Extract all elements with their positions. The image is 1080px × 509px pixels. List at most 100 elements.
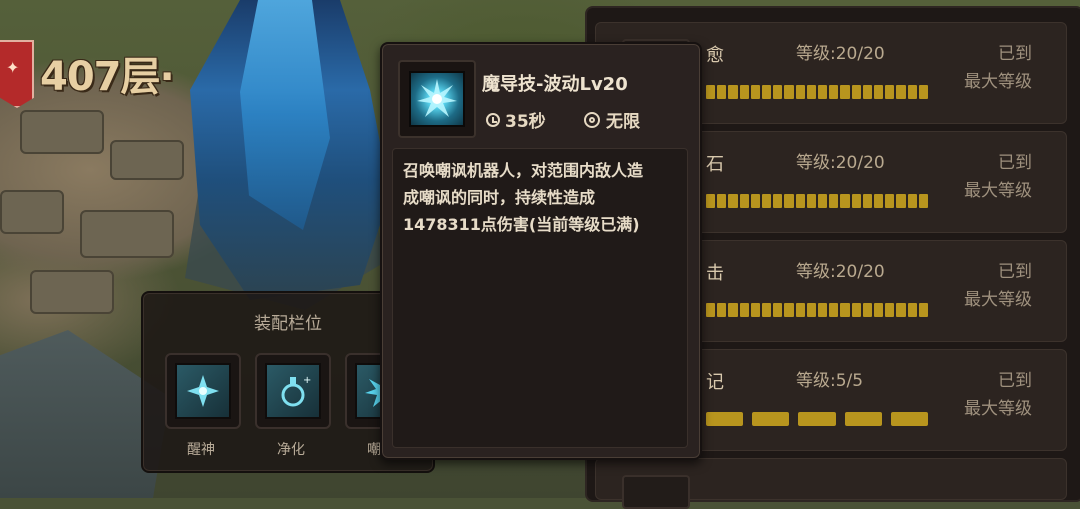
progress-segment [844,412,882,426]
progress-segment [829,194,839,208]
progress-segment [851,194,861,208]
skill-level: 等级:5/5 [796,371,864,391]
max-level-line1: 已到 [998,44,1032,64]
skill-description: 召唤嘲讽机器人，对范围内敌人造 成嘲讽的同时，持续性造成 1478311点伤害(… [392,148,688,448]
progress-segment [806,303,817,317]
progress-segment [739,194,749,208]
progress-segment [762,194,772,208]
floor-stone [0,190,64,234]
max-level-line1: 已到 [998,153,1032,173]
progress-segment [840,194,850,208]
progress-segment [862,85,873,99]
purify-flask-icon: + [265,363,321,419]
skill-level: 等级:20/20 [796,153,885,173]
progress-segment [798,412,836,426]
progress-segment [851,303,861,317]
progress-segment [784,303,794,317]
max-level-line2: 最大等级 [964,399,1032,419]
progress-segment [818,194,828,208]
description-line: 成嘲讽的同时，持续性造成 [403,188,596,207]
skill-name: 愈 [706,45,724,66]
max-level-line2: 最大等级 [964,181,1032,201]
clock-icon [486,112,500,127]
progress-segment [762,303,772,317]
level-progress-bar [706,194,929,208]
skill-card[interactable] [595,458,1067,509]
equip-slot-purify[interactable]: + [255,353,331,429]
level-progress-bar [706,412,929,426]
progress-segment [706,303,716,317]
floor-stone [80,210,174,258]
progress-segment [739,85,749,99]
skill-tooltip: 魔导技-波动Lv20 35秒 无限 召唤嘲讽机器人，对范围内敌人造 成嘲讽的同时… [380,42,702,460]
progress-segment [728,194,738,208]
progress-segment [907,194,917,208]
progress-segment [773,194,783,208]
skill-name: 击 [706,263,724,284]
progress-segment [706,85,716,99]
progress-segment [874,85,884,99]
range-info: 无限 [584,107,640,132]
progress-segment [885,194,895,208]
progress-segment [728,303,738,317]
equip-slot-label: 醒神 [187,442,215,458]
awaken-sparkle-icon [175,363,231,419]
progress-segment [795,194,805,208]
skill-title: 魔导技-波动Lv20 [482,74,628,95]
progress-segment [750,85,761,99]
description-line: 1478311点伤害(当前等级已满) [403,215,640,234]
progress-segment [762,85,772,99]
progress-segment [706,194,716,208]
progress-segment [717,85,727,99]
progress-segment [918,85,929,99]
equip-slot-label: 净化 [277,442,305,458]
progress-segment [896,85,906,99]
description-line: 召唤嘲讽机器人，对范围内敌人造 [403,161,644,180]
progress-segment [717,194,727,208]
max-level-line2: 最大等级 [964,290,1032,310]
skill-level: 等级:20/20 [796,262,885,282]
equip-slot-awaken[interactable] [165,353,241,429]
progress-segment [890,412,929,426]
max-level-line1: 已到 [998,371,1032,391]
progress-segment [862,194,873,208]
progress-segment [739,303,749,317]
progress-segment [896,303,906,317]
progress-segment [885,85,895,99]
max-level-line1: 已到 [998,262,1032,282]
progress-segment [773,85,783,99]
progress-segment [750,194,761,208]
floor-stone [110,140,184,180]
cooldown-info: 35秒 [486,107,546,132]
progress-segment [750,303,761,317]
progress-segment [717,303,727,317]
progress-segment [907,303,917,317]
skill-icon-frame [398,60,476,138]
progress-segment [840,303,850,317]
progress-segment [784,85,794,99]
svg-text:+: + [303,375,311,386]
target-icon [584,111,600,128]
progress-segment [874,194,884,208]
progress-segment [752,412,790,426]
floor-stone [30,270,114,314]
progress-segment [795,85,805,99]
progress-segment [851,85,861,99]
progress-segment [885,303,895,317]
floor-stone [20,110,104,154]
range-value: 无限 [606,112,640,132]
progress-segment [806,194,817,208]
skill-level: 等级:20/20 [796,44,885,64]
skill-name: 石 [706,154,724,175]
progress-segment [907,85,917,99]
progress-segment [840,85,850,99]
progress-segment [918,194,929,208]
progress-segment [896,194,906,208]
progress-segment [806,85,817,99]
wave-burst-icon [409,71,465,127]
cooldown-value: 35秒 [505,112,546,132]
progress-segment [728,85,738,99]
progress-segment [773,303,783,317]
progress-segment [829,85,839,99]
progress-segment [795,303,805,317]
